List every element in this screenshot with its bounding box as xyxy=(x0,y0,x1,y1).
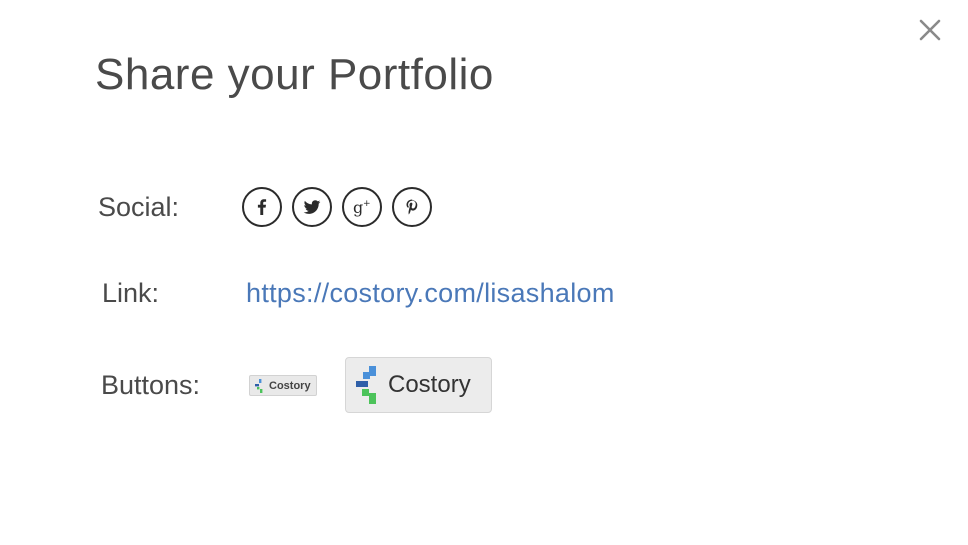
share-portfolio-dialog: Share your Portfolio Social: g + Link: h… xyxy=(0,0,968,545)
costory-logo-icon xyxy=(355,366,379,404)
close-icon xyxy=(919,19,941,41)
facebook-icon xyxy=(257,199,267,215)
social-share-icons: g + xyxy=(242,187,432,227)
costory-large-button-label: Costory xyxy=(388,371,471,398)
costory-small-button-label: Costory xyxy=(269,379,311,392)
costory-logo-icon xyxy=(254,378,264,393)
social-label: Social: xyxy=(98,192,180,222)
facebook-share-button[interactable] xyxy=(242,187,282,227)
pinterest-share-button[interactable] xyxy=(392,187,432,227)
link-label: Link: xyxy=(102,278,160,308)
costory-small-button[interactable]: Costory xyxy=(249,375,317,396)
buttons-label: Buttons: xyxy=(101,370,201,400)
svg-text:+: + xyxy=(363,199,371,209)
twitter-share-button[interactable] xyxy=(292,187,332,227)
close-button[interactable] xyxy=(914,14,946,46)
pinterest-icon xyxy=(406,199,418,215)
google-plus-share-button[interactable]: g + xyxy=(342,187,382,227)
portfolio-link[interactable]: https://costory.com/lisashalom xyxy=(246,278,615,309)
dialog-title: Share your Portfolio xyxy=(95,50,494,99)
twitter-icon xyxy=(303,200,321,214)
google-plus-icon: g + xyxy=(353,198,371,217)
costory-large-button[interactable]: Costory xyxy=(345,357,492,413)
svg-text:g: g xyxy=(353,198,363,217)
